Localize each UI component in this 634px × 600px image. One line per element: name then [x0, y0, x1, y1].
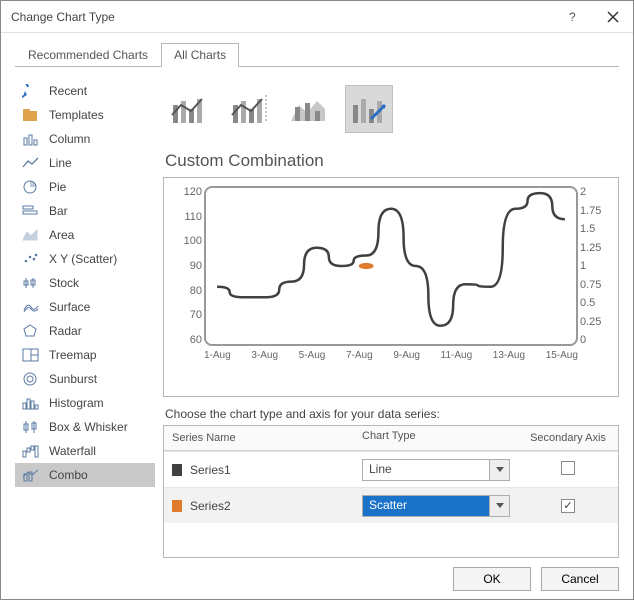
series2-chart-type-combo[interactable]: Scatter: [362, 495, 510, 517]
sidebar-item-label: Box & Whisker: [49, 420, 128, 434]
dialog-footer: OK Cancel: [1, 558, 633, 599]
sidebar-item-label: Treemap: [49, 348, 97, 362]
combo-subtype-clustered-column-line[interactable]: [165, 85, 213, 133]
surface-icon: [21, 299, 41, 315]
sidebar-item-radar[interactable]: Radar: [15, 319, 155, 343]
tab-recommended-charts[interactable]: Recommended Charts: [15, 43, 161, 67]
sidebar-item-xy-scatter[interactable]: X Y (Scatter): [15, 247, 155, 271]
plot-area: [204, 186, 578, 346]
change-chart-type-dialog: Change Chart Type ? Recommended Charts A…: [0, 0, 634, 600]
stock-icon: [21, 275, 41, 291]
sidebar-item-column[interactable]: Column: [15, 127, 155, 151]
bar-icon: [21, 203, 41, 219]
col-secondary-axis: Secondary Axis: [518, 426, 618, 450]
sidebar-item-label: Combo: [49, 468, 88, 482]
chevron-down-icon: [489, 496, 509, 516]
col-series-name: Series Name: [164, 426, 354, 450]
help-icon: ?: [567, 11, 579, 23]
sidebar-item-surface[interactable]: Surface: [15, 295, 155, 319]
sidebar-item-label: Bar: [49, 204, 68, 218]
recent-icon: [21, 83, 41, 99]
sidebar-item-recent[interactable]: Recent: [15, 79, 155, 103]
ok-button[interactable]: OK: [453, 567, 531, 591]
combo-subtype-strip: [163, 79, 619, 147]
svg-text:?: ?: [569, 11, 576, 23]
series-row-2: Series2 Scatter: [164, 487, 618, 523]
chart-preview: 120 110 100 90 80 70 60 2 1.75 1.5: [163, 177, 619, 397]
sidebar-item-line[interactable]: Line: [15, 151, 155, 175]
box-whisker-icon: [21, 419, 41, 435]
section-title: Custom Combination: [163, 147, 619, 177]
chart-category-sidebar: Recent Templates Column Line Pie Bar Are…: [15, 79, 155, 558]
combo-icon: [21, 467, 41, 483]
series2-secondary-axis-checkbox[interactable]: [561, 499, 575, 513]
titlebar: Change Chart Type ?: [1, 1, 633, 33]
tab-strip: Recommended Charts All Charts: [15, 43, 619, 67]
combo-subtype-custom[interactable]: [345, 85, 393, 133]
templates-icon: [21, 107, 41, 123]
scatter-icon: [21, 251, 41, 267]
radar-icon: [21, 323, 41, 339]
sidebar-item-label: X Y (Scatter): [49, 252, 117, 266]
series1-line: [217, 193, 565, 326]
pie-icon: [21, 179, 41, 195]
sidebar-item-label: Histogram: [49, 396, 104, 410]
sidebar-item-label: Surface: [49, 300, 90, 314]
series1-swatch: [172, 464, 182, 476]
sidebar-item-label: Waterfall: [49, 444, 96, 458]
series1-secondary-axis-checkbox[interactable]: [561, 461, 575, 475]
series-table: Series Name Chart Type Secondary Axis Se…: [163, 425, 619, 558]
cancel-button[interactable]: Cancel: [541, 567, 619, 591]
sunburst-icon: [21, 371, 41, 387]
y-axis-right: 2 1.75 1.5 1.25 1 0.75 0.5 0.25 0: [580, 186, 608, 346]
sidebar-item-stock[interactable]: Stock: [15, 271, 155, 295]
series1-chart-type-combo[interactable]: Line: [362, 459, 510, 481]
series1-name: Series1: [190, 463, 231, 477]
sidebar-item-label: Stock: [49, 276, 79, 290]
y-axis-left: 120 110 100 90 80 70 60: [174, 186, 202, 346]
sidebar-item-histogram[interactable]: Histogram: [15, 391, 155, 415]
chevron-down-icon: [489, 460, 509, 480]
series2-point: [359, 263, 374, 269]
sidebar-item-label: Recent: [49, 84, 87, 98]
sidebar-item-label: Radar: [49, 324, 82, 338]
sidebar-item-templates[interactable]: Templates: [15, 103, 155, 127]
treemap-icon: [21, 347, 41, 363]
help-button[interactable]: ?: [553, 1, 593, 33]
x-axis: 1-Aug 3-Aug 5-Aug 7-Aug 9-Aug 11-Aug 13-…: [204, 350, 578, 366]
sidebar-item-treemap[interactable]: Treemap: [15, 343, 155, 367]
sidebar-item-combo[interactable]: Combo: [15, 463, 155, 487]
column-icon: [21, 131, 41, 147]
combo-subtype-stacked-area-column[interactable]: [285, 85, 333, 133]
col-chart-type: Chart Type: [354, 426, 518, 450]
sidebar-item-pie[interactable]: Pie: [15, 175, 155, 199]
sidebar-item-label: Pie: [49, 180, 66, 194]
series-row-1: Series1 Line: [164, 451, 618, 487]
series-hint: Choose the chart type and axis for your …: [163, 397, 619, 425]
sidebar-item-box-whisker[interactable]: Box & Whisker: [15, 415, 155, 439]
line-icon: [21, 155, 41, 171]
series2-name: Series2: [190, 499, 231, 513]
tab-all-charts[interactable]: All Charts: [161, 43, 239, 67]
sidebar-item-label: Area: [49, 228, 74, 242]
sidebar-item-label: Line: [49, 156, 72, 170]
combo-subtype-clustered-column-line-secondary[interactable]: [225, 85, 273, 133]
sidebar-item-label: Sunburst: [49, 372, 97, 386]
sidebar-item-bar[interactable]: Bar: [15, 199, 155, 223]
sidebar-item-sunburst[interactable]: Sunburst: [15, 367, 155, 391]
sidebar-item-area[interactable]: Area: [15, 223, 155, 247]
series2-swatch: [172, 500, 182, 512]
close-icon: [607, 11, 619, 23]
dialog-title: Change Chart Type: [11, 10, 553, 24]
sidebar-item-label: Column: [49, 132, 90, 146]
sidebar-item-label: Templates: [49, 108, 104, 122]
sidebar-item-waterfall[interactable]: Waterfall: [15, 439, 155, 463]
close-button[interactable]: [593, 1, 633, 33]
area-icon: [21, 227, 41, 243]
waterfall-icon: [21, 443, 41, 459]
histogram-icon: [21, 395, 41, 411]
